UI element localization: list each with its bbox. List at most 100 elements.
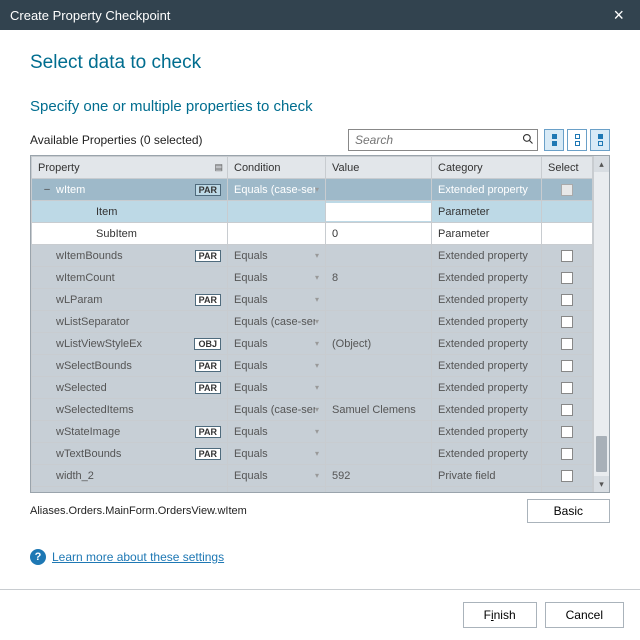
table-row[interactable]: wStateImagePAREquals▾Extended property: [32, 421, 593, 443]
table-row[interactable]: wSelectedItemsEquals (case-sensitive)▾Sa…: [32, 399, 593, 421]
type-badge: PAR: [195, 294, 221, 306]
category-cell: Extended property: [432, 443, 542, 465]
col-category[interactable]: Category: [432, 157, 542, 179]
condition-value: Equals: [234, 426, 315, 438]
category-cell: Extended property: [432, 179, 542, 201]
scroll-up-icon[interactable]: ▴: [594, 156, 609, 172]
category-cell: Extended property: [432, 377, 542, 399]
select-checkbox[interactable]: [561, 250, 573, 262]
table-row[interactable]: wLParamPAREquals▾Extended property: [32, 289, 593, 311]
table-row[interactable]: wItemCountEquals▾8Extended property: [32, 267, 593, 289]
chevron-down-icon[interactable]: ▾: [315, 185, 319, 194]
table-row[interactable]: wTextBoundsPAREquals▾Extended property: [32, 443, 593, 465]
property-name: Item: [96, 206, 221, 218]
table-row[interactable]: width_2Equals▾592Private field: [32, 465, 593, 487]
search-field[interactable]: [349, 133, 519, 147]
property-name: SubItem: [96, 228, 221, 240]
filter-checked-button[interactable]: [544, 129, 564, 151]
scroll-thumb[interactable]: [596, 436, 607, 472]
condition-value: Equals: [234, 382, 315, 394]
value-cell: [326, 355, 432, 377]
category-cell: Extended property: [432, 311, 542, 333]
help-icon[interactable]: ?: [30, 549, 46, 565]
select-checkbox[interactable]: [561, 448, 573, 460]
type-badge: PAR: [195, 426, 221, 438]
value-cell: 0: [326, 487, 432, 493]
expand-icon[interactable]: –: [38, 184, 56, 195]
finish-button[interactable]: Finish: [463, 602, 537, 628]
condition-value: Equals: [234, 448, 315, 460]
col-property[interactable]: Property▤: [32, 157, 228, 179]
select-checkbox[interactable]: [561, 382, 573, 394]
search-icon[interactable]: [519, 133, 537, 148]
category-cell: Parameter: [432, 223, 542, 245]
chevron-down-icon[interactable]: ▾: [315, 273, 319, 282]
scrollbar[interactable]: ▴ ▾: [593, 156, 609, 492]
chevron-down-icon[interactable]: ▾: [315, 361, 319, 370]
select-checkbox[interactable]: [561, 338, 573, 350]
value-input[interactable]: [326, 203, 431, 221]
value-cell: 592: [326, 465, 432, 487]
col-select[interactable]: Select: [542, 157, 593, 179]
chevron-down-icon[interactable]: ▾: [315, 251, 319, 260]
chevron-down-icon[interactable]: ▾: [315, 383, 319, 392]
category-cell: Parameter: [432, 201, 542, 223]
value-cell: [326, 443, 432, 465]
select-checkbox[interactable]: [561, 316, 573, 328]
property-name: wSelectBounds: [56, 360, 191, 372]
chevron-down-icon[interactable]: ▾: [315, 449, 319, 458]
value-cell: (Object): [326, 333, 432, 355]
category-cell: Private field: [432, 487, 542, 493]
basic-button[interactable]: Basic: [527, 499, 610, 523]
table-row[interactable]: SubItem0Parameter: [32, 223, 593, 245]
select-checkbox[interactable]: [561, 426, 573, 438]
filter-unchecked-button[interactable]: [567, 129, 587, 151]
select-checkbox[interactable]: [561, 184, 573, 196]
close-icon[interactable]: ×: [607, 5, 630, 26]
select-checkbox[interactable]: [561, 404, 573, 416]
scroll-down-icon[interactable]: ▾: [594, 476, 609, 492]
select-checkbox[interactable]: [561, 470, 573, 482]
select-checkbox[interactable]: [561, 360, 573, 372]
table-row[interactable]: wListSeparatorEquals (case-sensitive)▾Ex…: [32, 311, 593, 333]
grid-header: Property▤ Condition Value Category Selec…: [32, 157, 593, 179]
table-row[interactable]: wItemBoundsPAREquals▾Extended property: [32, 245, 593, 267]
condition-value: Equals: [234, 492, 315, 493]
col-condition[interactable]: Condition: [228, 157, 326, 179]
table-row[interactable]: xEquals▾0Private field: [32, 487, 593, 493]
value-cell: [326, 421, 432, 443]
property-name: wItemBounds: [56, 250, 191, 262]
page-title: Select data to check: [30, 52, 610, 74]
table-row[interactable]: wListViewStyleExOBJEquals▾(Object)Extend…: [32, 333, 593, 355]
titlebar: Create Property Checkpoint ×: [0, 0, 640, 30]
condition-value: Equals: [234, 272, 315, 284]
property-name: wSelectedItems: [56, 404, 221, 416]
chevron-down-icon[interactable]: ▾: [315, 295, 319, 304]
chevron-down-icon[interactable]: ▾: [315, 427, 319, 436]
table-row[interactable]: wSelectBoundsPAREquals▾Extended property: [32, 355, 593, 377]
select-checkbox[interactable]: [561, 272, 573, 284]
category-cell: Extended property: [432, 245, 542, 267]
chevron-down-icon[interactable]: ▾: [315, 317, 319, 326]
condition-value: Equals (case-sensitive): [234, 184, 315, 196]
type-badge: PAR: [195, 448, 221, 460]
cancel-button[interactable]: Cancel: [545, 602, 624, 628]
filter-all-button[interactable]: [590, 129, 610, 151]
window-title: Create Property Checkpoint: [10, 8, 170, 23]
condition-value: Equals (case-sensitive): [234, 316, 315, 328]
chevron-down-icon[interactable]: ▾: [315, 471, 319, 480]
table-row[interactable]: –wItemPAREquals (case-sensitive)▾Extende…: [32, 179, 593, 201]
type-badge: PAR: [195, 360, 221, 372]
table-row[interactable]: wSelectedPAREquals▾Extended property: [32, 377, 593, 399]
property-name: wListViewStyleEx: [56, 338, 190, 350]
learn-more-link[interactable]: Learn more about these settings: [52, 550, 224, 564]
table-row[interactable]: Item Parameter: [32, 201, 593, 223]
condition-value: Equals: [234, 294, 315, 306]
col-value[interactable]: Value: [326, 157, 432, 179]
chevron-down-icon[interactable]: ▾: [315, 405, 319, 414]
select-checkbox[interactable]: [561, 294, 573, 306]
category-cell: Extended property: [432, 267, 542, 289]
category-cell: Extended property: [432, 355, 542, 377]
chevron-down-icon[interactable]: ▾: [315, 339, 319, 348]
search-input[interactable]: [348, 129, 538, 151]
